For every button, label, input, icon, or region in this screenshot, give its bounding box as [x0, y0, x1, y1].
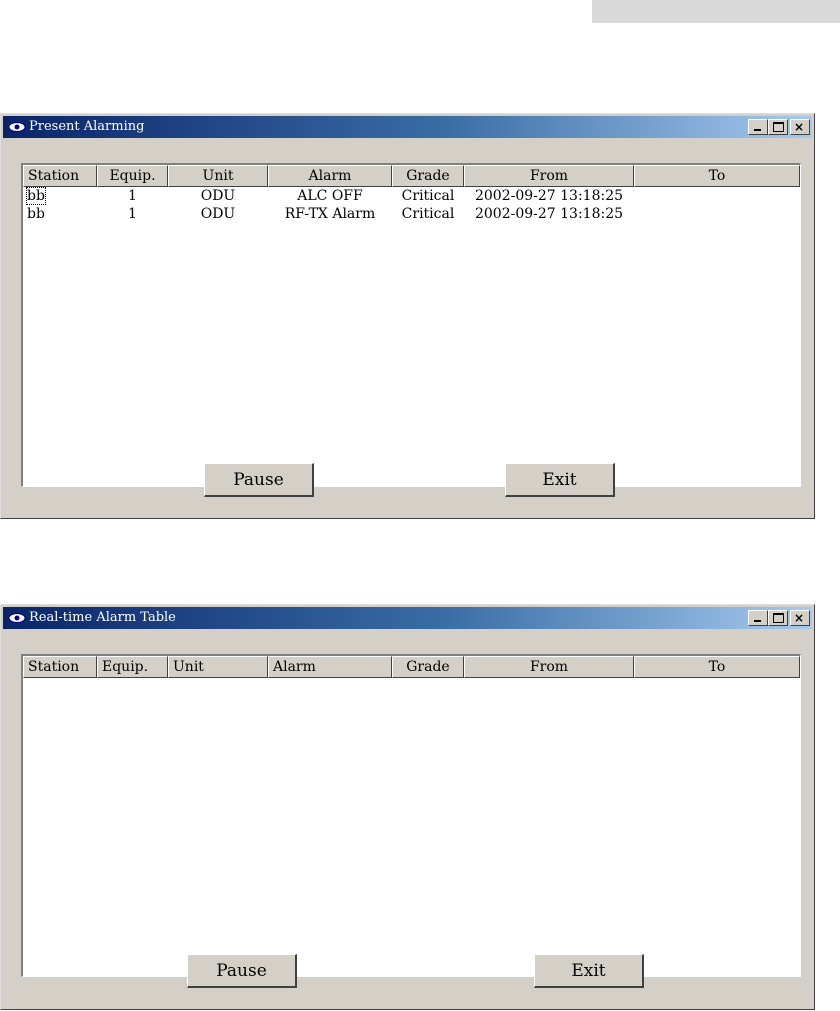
column-header-equip[interactable]: Equip.: [97, 165, 168, 187]
present-alarming-window: Present Alarming × Station Equip. Unit A…: [0, 113, 815, 519]
column-header-grade[interactable]: Grade: [392, 656, 464, 678]
cell-from: 2002-09-27 13:18:25: [474, 188, 624, 204]
cell-grade: Critical: [401, 206, 455, 222]
close-icon: ×: [794, 120, 805, 134]
close-button[interactable]: ×: [790, 119, 810, 135]
alarm-list[interactable]: Station Equip. Unit Alarm Grade From To …: [21, 163, 801, 487]
title-bar[interactable]: Present Alarming ×: [3, 116, 812, 138]
exit-button[interactable]: Exit: [505, 463, 615, 497]
eye-icon: [8, 613, 26, 623]
cell-unit: ODU: [200, 206, 236, 222]
cell-from: 2002-09-27 13:18:25: [474, 206, 624, 222]
column-header-equip[interactable]: Equip.: [97, 656, 168, 678]
exit-button[interactable]: Exit: [534, 954, 644, 988]
window-title: Present Alarming: [29, 119, 145, 134]
column-header-unit[interactable]: Unit: [168, 165, 268, 187]
cell-equip: 1: [128, 206, 137, 222]
pause-button[interactable]: Pause: [204, 463, 314, 497]
column-header-unit[interactable]: Unit: [168, 656, 268, 678]
window-title: Real-time Alarm Table: [29, 610, 176, 625]
column-header-station[interactable]: Station: [23, 165, 97, 187]
close-button[interactable]: ×: [790, 610, 810, 626]
cell-station: bb: [27, 206, 45, 222]
maximize-icon: [773, 613, 784, 623]
column-header-from[interactable]: From: [464, 656, 634, 678]
table-row[interactable]: bb 1 ODU RF-TX Alarm Critical 2002-09-27…: [23, 205, 800, 223]
cell-alarm: ALC OFF: [297, 188, 363, 204]
maximize-button[interactable]: [768, 610, 788, 626]
cell-unit: ODU: [200, 188, 236, 204]
cell-to: [634, 187, 800, 205]
column-header-to[interactable]: To: [634, 656, 800, 678]
column-header-from[interactable]: From: [464, 165, 634, 187]
cell-alarm: RF-TX Alarm: [284, 206, 376, 222]
column-header-grade[interactable]: Grade: [392, 165, 464, 187]
maximize-button[interactable]: [768, 119, 788, 135]
cell-grade: Critical: [401, 188, 455, 204]
table-row[interactable]: bb 1 ODU ALC OFF Critical 2002-09-27 13:…: [23, 187, 800, 205]
pause-button[interactable]: Pause: [187, 954, 297, 988]
minimize-icon: [754, 620, 761, 622]
alarm-list[interactable]: Station Equip. Unit Alarm Grade From To: [21, 654, 801, 977]
minimize-button[interactable]: [748, 119, 768, 135]
cell-equip: 1: [128, 188, 137, 204]
title-bar[interactable]: Real-time Alarm Table ×: [3, 607, 812, 629]
maximize-icon: [773, 122, 784, 132]
list-header: Station Equip. Unit Alarm Grade From To: [23, 165, 800, 187]
column-header-alarm[interactable]: Alarm: [268, 656, 392, 678]
cell-to: [634, 205, 800, 223]
column-header-station[interactable]: Station: [23, 656, 97, 678]
column-header-to[interactable]: To: [634, 165, 800, 187]
list-header: Station Equip. Unit Alarm Grade From To: [23, 656, 800, 678]
column-header-alarm[interactable]: Alarm: [268, 165, 392, 187]
cell-station: bb: [26, 187, 46, 205]
close-icon: ×: [794, 611, 805, 625]
eye-icon: [8, 122, 26, 132]
minimize-icon: [754, 129, 761, 131]
corner-gray-block: [592, 0, 840, 23]
minimize-button[interactable]: [748, 610, 768, 626]
real-time-alarm-table-window: Real-time Alarm Table × Station Equip. U…: [0, 604, 815, 1010]
